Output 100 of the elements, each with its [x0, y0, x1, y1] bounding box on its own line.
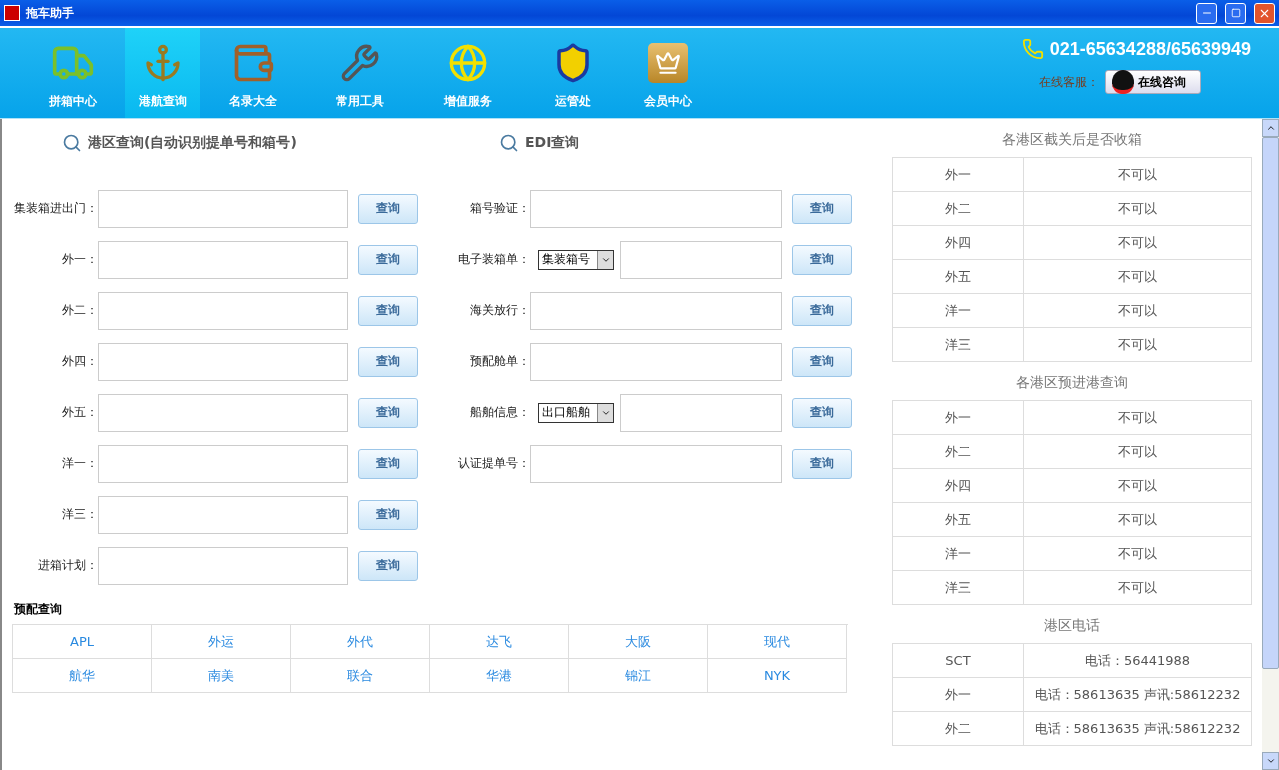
- search-icon: [62, 133, 82, 153]
- table-cell: 外一: [893, 678, 1024, 712]
- field-label: 进箱计划：: [37, 557, 98, 574]
- nav-tab[interactable]: 运管处: [520, 28, 625, 118]
- table-cell: 洋三: [893, 328, 1024, 362]
- scroll-down-icon[interactable]: [1262, 752, 1279, 770]
- type-dropdown[interactable]: 集装箱号: [538, 249, 614, 270]
- carrier-link[interactable]: 外代: [291, 625, 430, 659]
- query-button[interactable]: 查询: [358, 346, 418, 377]
- wrench-icon: [340, 43, 380, 83]
- table-cell: 不可以: [1024, 401, 1252, 435]
- table-cell: 洋一: [893, 537, 1024, 571]
- query-input[interactable]: [98, 444, 348, 483]
- table-cell: 洋三: [893, 571, 1024, 605]
- query-input[interactable]: [530, 342, 782, 381]
- field-label: 船舶信息：: [469, 404, 530, 421]
- query-input[interactable]: [98, 495, 348, 534]
- table-cell: 外五: [893, 260, 1024, 294]
- table-cell: 外四: [893, 226, 1024, 260]
- query-button[interactable]: 查询: [792, 193, 852, 224]
- query-input[interactable]: [530, 291, 782, 330]
- query-button[interactable]: 查询: [358, 193, 418, 224]
- carrier-link[interactable]: NYK: [708, 659, 847, 693]
- query-button[interactable]: 查询: [792, 346, 852, 377]
- carrier-link[interactable]: 大阪: [569, 625, 708, 659]
- query-button[interactable]: 查询: [792, 397, 852, 428]
- nav-tab[interactable]: 拼箱中心: [20, 28, 125, 118]
- table-cell: 外二: [893, 712, 1024, 746]
- minimize-button[interactable]: [1196, 2, 1217, 24]
- query-input[interactable]: [620, 393, 782, 432]
- close-button[interactable]: [1254, 2, 1275, 24]
- query-input[interactable]: [98, 291, 348, 330]
- query-input[interactable]: [98, 546, 348, 585]
- carrier-link[interactable]: 外运: [152, 625, 291, 659]
- table-cell: 外二: [893, 435, 1024, 469]
- query-button[interactable]: 查询: [358, 397, 418, 428]
- vip-icon: [647, 43, 688, 83]
- field-label: 预配舱单：: [469, 353, 530, 370]
- field-label: 外四：: [61, 353, 98, 370]
- query-input[interactable]: [530, 444, 782, 483]
- field-label: 洋一：: [61, 455, 98, 472]
- query-button[interactable]: 查询: [358, 244, 418, 275]
- table-cell: 不可以: [1024, 294, 1252, 328]
- table-cell: 电话：58613635 声讯:58612232: [1024, 712, 1252, 746]
- query-button[interactable]: 查询: [358, 550, 418, 581]
- field-label: 电子装箱单：: [457, 251, 530, 268]
- query-input[interactable]: [98, 342, 348, 381]
- query-input[interactable]: [98, 189, 348, 228]
- field-label: 外一：: [61, 251, 98, 268]
- query-input[interactable]: [98, 393, 348, 432]
- carrier-link[interactable]: 南美: [152, 659, 291, 693]
- search-icon: [499, 133, 519, 153]
- field-label: 集装箱进出门：: [13, 200, 98, 217]
- nav-tab[interactable]: 增值服务: [415, 28, 520, 118]
- table-cell: 外二: [893, 192, 1024, 226]
- hotline-number: 021-65634288/65639949: [1049, 38, 1251, 60]
- nav-tab[interactable]: 常用工具: [305, 28, 415, 118]
- section-title: 港区查询(自动识别提单号和箱号): [88, 134, 297, 152]
- query-input[interactable]: [530, 189, 782, 228]
- scroll-thumb[interactable]: [1262, 137, 1279, 669]
- table-cell: 不可以: [1024, 503, 1252, 537]
- maximize-button[interactable]: [1225, 2, 1246, 24]
- field-label: 洋三：: [61, 506, 98, 523]
- query-button[interactable]: 查询: [792, 244, 852, 275]
- table-cell: SCT: [893, 644, 1024, 678]
- table-title: 各港区预进港查询: [1015, 373, 1129, 392]
- table-cell: 电话：58613635 声讯:58612232: [1024, 678, 1252, 712]
- carrier-link[interactable]: 航华: [13, 659, 152, 693]
- query-button[interactable]: 查询: [358, 499, 418, 530]
- carrier-link[interactable]: 达飞: [430, 625, 569, 659]
- field-label: 海关放行：: [469, 302, 530, 319]
- carrier-link[interactable]: APL: [13, 625, 152, 659]
- online-consult-button[interactable]: 在线咨询: [1105, 70, 1201, 94]
- type-dropdown[interactable]: 出口船舶: [538, 402, 614, 423]
- carrier-link[interactable]: 华港: [430, 659, 569, 693]
- query-input[interactable]: [620, 240, 782, 279]
- table-cell: 外四: [893, 469, 1024, 503]
- query-input[interactable]: [98, 240, 348, 279]
- window-title: 拖车助手: [26, 4, 75, 22]
- app-icon: [4, 5, 20, 21]
- table-cell: 不可以: [1024, 469, 1252, 503]
- nav-tab[interactable]: 港航查询: [125, 28, 200, 118]
- scrollbar[interactable]: [1262, 119, 1279, 770]
- carrier-link[interactable]: 锦江: [569, 659, 708, 693]
- query-button[interactable]: 查询: [358, 448, 418, 479]
- carrier-link[interactable]: 现代: [708, 625, 847, 659]
- query-button[interactable]: 查询: [792, 295, 852, 326]
- table-cell: 不可以: [1024, 158, 1252, 192]
- field-label: 认证提单号：: [457, 455, 530, 472]
- section-title: EDI查询: [525, 134, 580, 152]
- scroll-up-icon[interactable]: [1262, 119, 1279, 137]
- table-cell: 外一: [893, 401, 1024, 435]
- table-title: 港区电话: [1043, 616, 1101, 635]
- query-button[interactable]: 查询: [792, 448, 852, 479]
- table-cell: 洋一: [893, 294, 1024, 328]
- query-button[interactable]: 查询: [358, 295, 418, 326]
- carrier-link[interactable]: 联合: [291, 659, 430, 693]
- nav-tab[interactable]: 会员中心: [625, 28, 710, 118]
- nav-tab[interactable]: 名录大全: [200, 28, 305, 118]
- maximize-icon: [1230, 8, 1241, 18]
